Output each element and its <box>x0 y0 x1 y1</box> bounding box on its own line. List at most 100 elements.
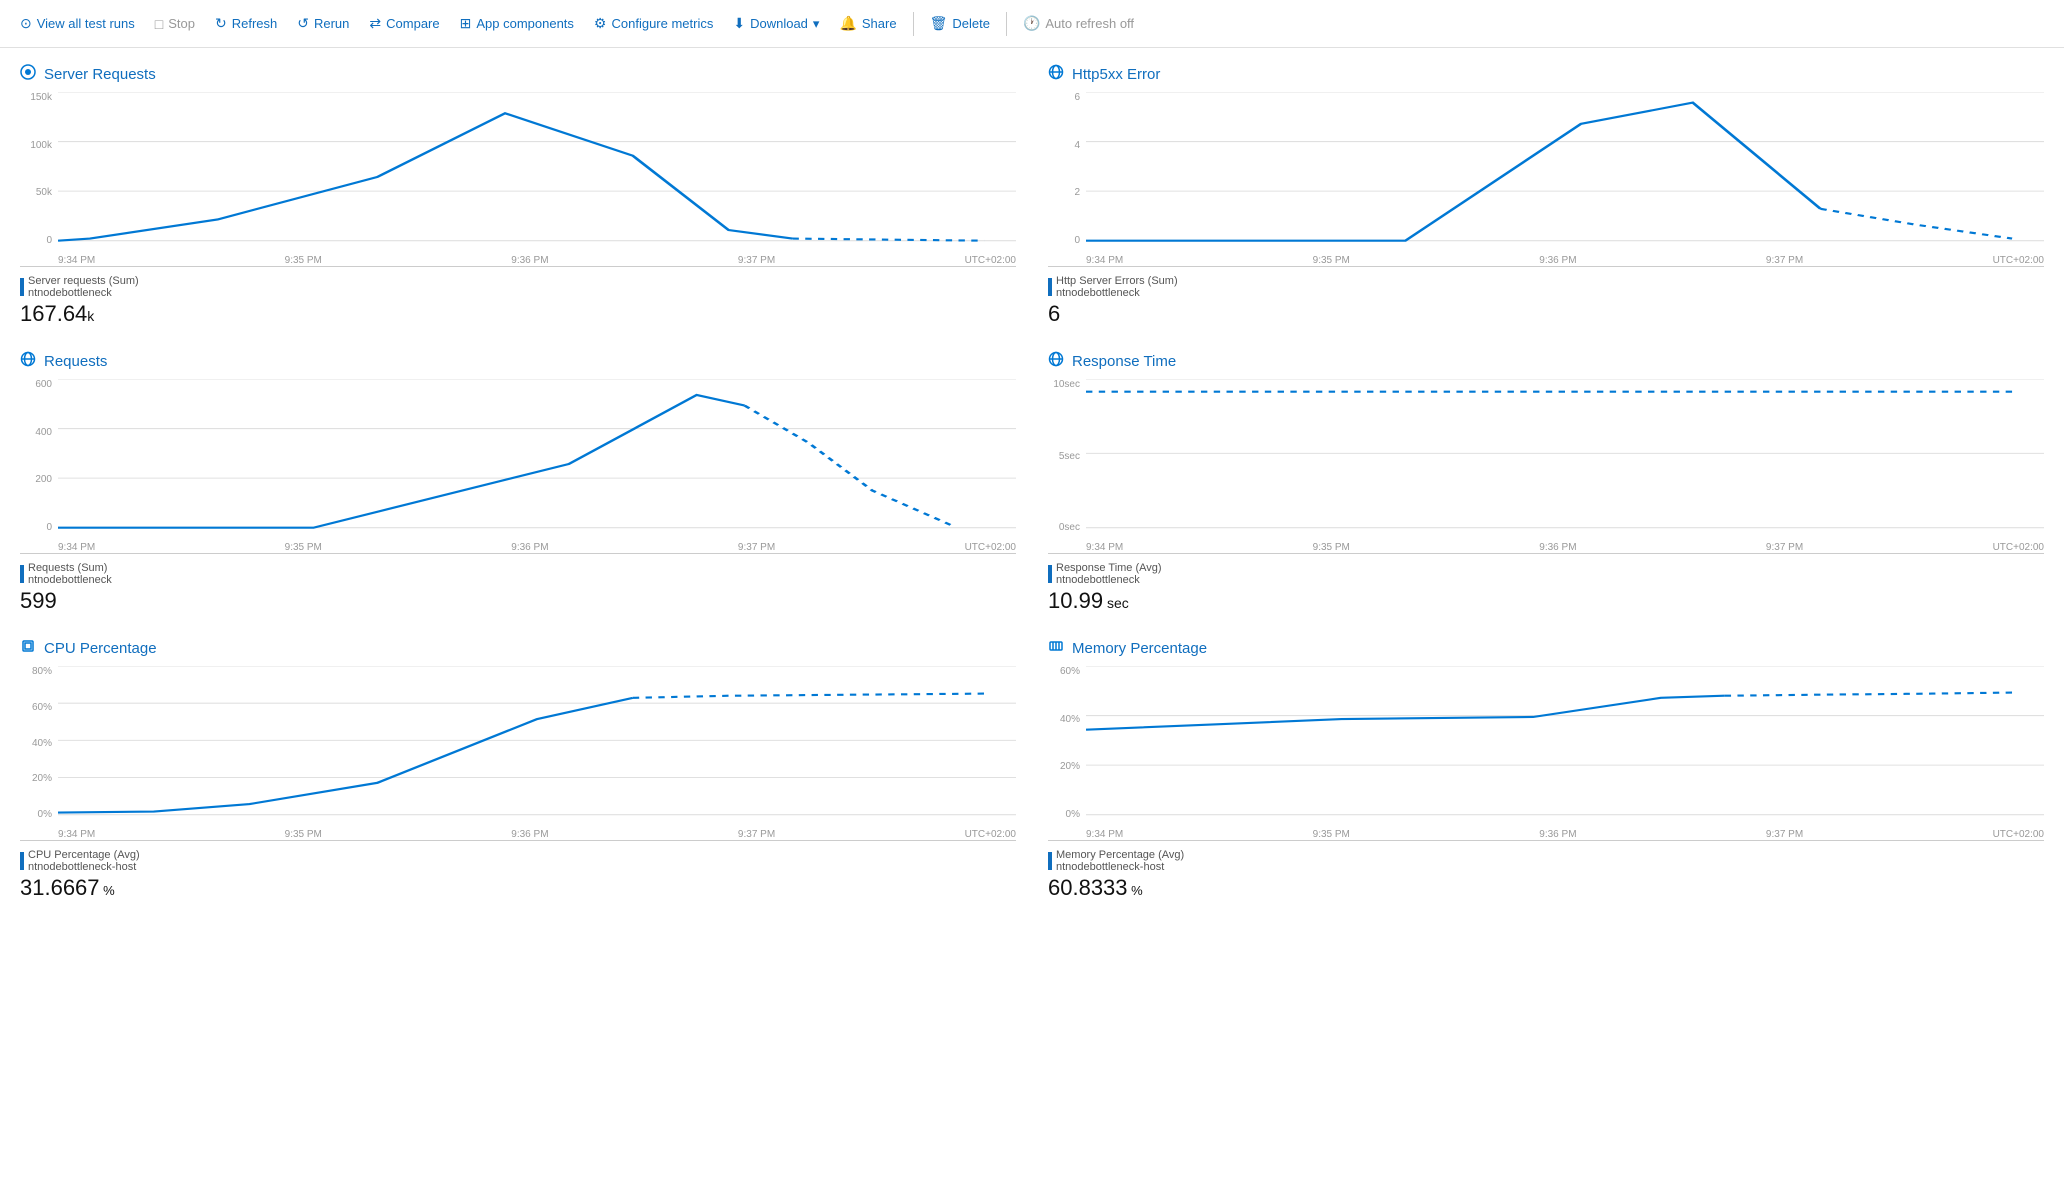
legend-label-row: CPU Percentage (Avg) ntnodebottleneck-ho… <box>20 849 1016 873</box>
y-label: 4 <box>1074 140 1080 151</box>
chart-svg-cpu-percentage <box>58 666 1016 820</box>
chart-title-server-requests: Server Requests <box>20 64 1016 84</box>
svg-container-memory-percentage <box>1086 666 2044 820</box>
x-label: 9:34 PM <box>58 255 95 266</box>
x-label: 9:36 PM <box>1539 829 1576 840</box>
delete-button[interactable]: 🗑 Delete <box>922 11 998 36</box>
chart-icon-requests <box>20 351 36 371</box>
chart-area-response-time: 10sec5sec0sec9:34 PM9:35 PM9:36 PM9:37 P… <box>1048 379 2044 554</box>
legend-label-row: Server requests (Sum) ntnodebottleneck <box>20 275 1016 299</box>
y-label: 20% <box>1060 761 1080 772</box>
refresh-icon: ↻ <box>215 15 227 32</box>
chart-value-memory-percentage: 60.8333 % <box>1048 875 2044 901</box>
svg-container-http5xx-error <box>1086 92 2044 246</box>
y-label: 100k <box>30 140 52 151</box>
chart-svg-requests <box>58 379 1016 533</box>
chart-icon-response-time <box>1048 351 1064 371</box>
chart-area-http5xx-error: 64209:34 PM9:35 PM9:36 PM9:37 PMUTC+02:0… <box>1048 92 2044 267</box>
chart-icon-memory-percentage <box>1048 638 1064 658</box>
x-label: 9:36 PM <box>1539 542 1576 553</box>
legend-bar <box>20 278 24 296</box>
legend-bar <box>20 852 24 870</box>
chart-legend-server-requests: Server requests (Sum) ntnodebottleneck 1… <box>20 275 1016 327</box>
chart-panel-server-requests: Server Requests 150k 100k 50k 0 9:34 PM 9:35 … <box>20 64 1016 327</box>
x-label: UTC+02:00 <box>1993 255 2044 266</box>
share-button[interactable]: 🔔 Share <box>831 11 904 36</box>
chart-area-cpu-percentage: 80%60%40%20%0%9:34 PM9:35 PM9:36 PM9:37 … <box>20 666 1016 841</box>
chart-panel-cpu-percentage: CPU Percentage 80%60%40%20%0%9:34 PM9:35… <box>20 638 1016 901</box>
configure-metrics-button[interactable]: ⚙ Configure metrics <box>586 11 721 36</box>
value-suffix: k <box>87 308 94 324</box>
app-components-icon: ⊞ <box>460 15 472 32</box>
chart-legend-requests: Requests (Sum) ntnodebottleneck 599 <box>20 562 1016 614</box>
legend-metric-label: Server requests (Sum) <box>28 275 139 287</box>
y-label: 200 <box>35 474 52 485</box>
y-label: 600 <box>35 379 52 390</box>
chart-area-memory-percentage: 60%40%20%0%9:34 PM9:35 PM9:36 PM9:37 PMU… <box>1048 666 2044 841</box>
x-label: 9:35 PM <box>285 829 322 840</box>
chart-legend-memory-percentage: Memory Percentage (Avg) ntnodebottleneck… <box>1048 849 2044 901</box>
x-label: 9:36 PM <box>511 255 548 266</box>
value-suffix: sec <box>1103 595 1129 611</box>
x-label: 9:34 PM <box>1086 829 1123 840</box>
y-label: 6 <box>1074 92 1080 103</box>
chart-title-text-requests: Requests <box>44 353 107 370</box>
legend-metric-sub: ntnodebottleneck <box>28 574 112 586</box>
x-label: UTC+02:00 <box>1993 542 2044 553</box>
y-label: 2 <box>1074 187 1080 198</box>
chart-value-response-time: 10.99 sec <box>1048 588 2044 614</box>
x-label: 9:34 PM <box>58 829 95 840</box>
legend-metric-sub: ntnodebottleneck-host <box>1056 861 1184 873</box>
chart-title-memory-percentage: Memory Percentage <box>1048 638 2044 658</box>
legend-bar <box>1048 278 1052 296</box>
chart-legend-http5xx-error: Http Server Errors (Sum) ntnodebottlenec… <box>1048 275 2044 327</box>
y-label: 50k <box>36 187 52 198</box>
download-button[interactable]: ⬇ Download ▾ <box>725 11 827 36</box>
delete-icon: 🗑 <box>930 15 948 32</box>
rerun-button[interactable]: ↺ Rerun <box>289 11 357 36</box>
chart-title-requests: Requests <box>20 351 1016 371</box>
value-number: 6 <box>1048 301 1060 326</box>
chart-title-text-http5xx-error: Http5xx Error <box>1072 66 1160 83</box>
svg-container-server-requests <box>58 92 1016 246</box>
x-axis-requests: 9:34 PM9:35 PM9:36 PM9:37 PMUTC+02:00 <box>58 542 1016 553</box>
chart-legend-cpu-percentage: CPU Percentage (Avg) ntnodebottleneck-ho… <box>20 849 1016 901</box>
stop-icon: □ <box>155 16 163 32</box>
x-label: 9:37 PM <box>1766 829 1803 840</box>
value-number: 167.64 <box>20 301 87 326</box>
legend-metric-sub: ntnodebottleneck-host <box>28 861 140 873</box>
chart-title-text-response-time: Response Time <box>1072 353 1176 370</box>
refresh-button[interactable]: ↻ Refresh <box>207 11 285 36</box>
chart-svg-memory-percentage <box>1086 666 2044 820</box>
auto-refresh-button[interactable]: 🕐 Auto refresh off <box>1015 11 1142 36</box>
chart-value-requests: 599 <box>20 588 1016 614</box>
y-label: 150k <box>30 92 52 103</box>
auto-refresh-icon: 🕐 <box>1023 15 1040 32</box>
toolbar-separator-2 <box>1006 12 1007 36</box>
chart-value-cpu-percentage: 31.6667 % <box>20 875 1016 901</box>
y-label: 80% <box>32 666 52 677</box>
view-all-runs-button[interactable]: ⊙ View all test runs <box>12 11 143 36</box>
y-label: 0sec <box>1059 522 1080 533</box>
y-label: 10sec <box>1053 379 1080 390</box>
x-label: 9:35 PM <box>285 255 322 266</box>
chart-icon-http5xx-error <box>1048 64 1064 84</box>
value-suffix: % <box>1128 883 1143 898</box>
chart-icon-server-requests <box>20 64 36 84</box>
chart-icon-cpu-percentage <box>20 638 36 658</box>
chart-title-text-memory-percentage: Memory Percentage <box>1072 640 1207 657</box>
chart-svg-server-requests <box>58 92 1016 246</box>
y-label: 0 <box>1074 235 1080 246</box>
chart-area-server-requests: 150k100k50k09:34 PM9:35 PM9:36 PM9:37 PM… <box>20 92 1016 267</box>
chart-value-http5xx-error: 6 <box>1048 301 2044 327</box>
app-components-button[interactable]: ⊞ App components <box>452 11 582 36</box>
x-label: UTC+02:00 <box>1993 829 2044 840</box>
y-axis-server-requests: 150k 100k 50k 0 <box>20 92 56 246</box>
y-label: 0% <box>1066 809 1080 820</box>
y-label: 0 <box>46 522 52 533</box>
compare-button[interactable]: ⇄ Compare <box>361 11 447 36</box>
y-axis-memory-percentage: 60%40%20%0% <box>1048 666 1084 820</box>
y-label: 0 <box>46 235 52 246</box>
chart-svg-http5xx-error <box>1086 92 2044 246</box>
stop-button[interactable]: □ Stop <box>147 12 203 36</box>
